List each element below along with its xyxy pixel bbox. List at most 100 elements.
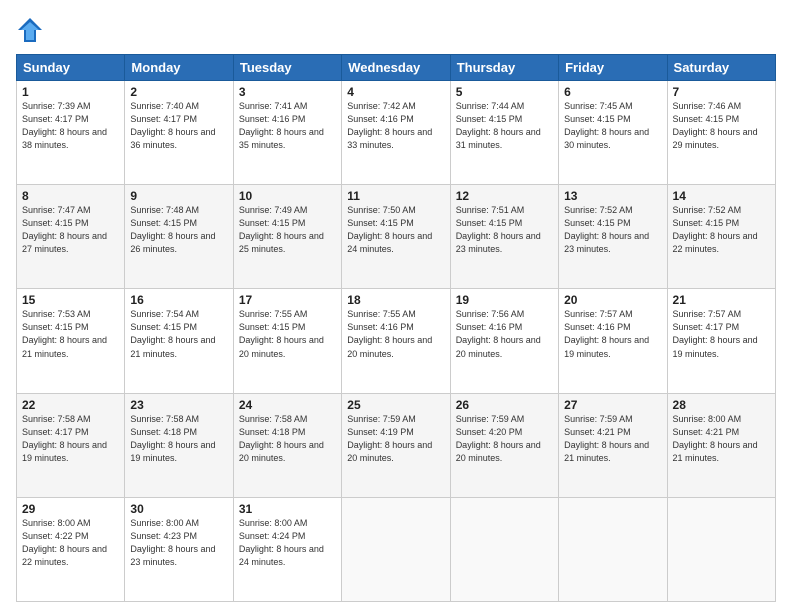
logo: [16, 16, 48, 44]
day-info: Sunrise: 7:54 AMSunset: 4:15 PMDaylight:…: [130, 308, 227, 360]
calendar-cell: 4Sunrise: 7:42 AMSunset: 4:16 PMDaylight…: [342, 81, 450, 185]
day-info: Sunrise: 7:59 AMSunset: 4:19 PMDaylight:…: [347, 413, 444, 465]
day-number: 6: [564, 85, 661, 99]
day-info: Sunrise: 8:00 AMSunset: 4:23 PMDaylight:…: [130, 517, 227, 569]
day-number: 25: [347, 398, 444, 412]
calendar-table: SundayMondayTuesdayWednesdayThursdayFrid…: [16, 54, 776, 602]
calendar-week-4: 22Sunrise: 7:58 AMSunset: 4:17 PMDayligh…: [17, 393, 776, 497]
day-info: Sunrise: 8:00 AMSunset: 4:22 PMDaylight:…: [22, 517, 119, 569]
weekday-header-thursday: Thursday: [450, 55, 558, 81]
calendar-cell: 9Sunrise: 7:48 AMSunset: 4:15 PMDaylight…: [125, 185, 233, 289]
day-info: Sunrise: 7:41 AMSunset: 4:16 PMDaylight:…: [239, 100, 336, 152]
calendar-cell: 10Sunrise: 7:49 AMSunset: 4:15 PMDayligh…: [233, 185, 341, 289]
day-number: 29: [22, 502, 119, 516]
calendar-cell: 19Sunrise: 7:56 AMSunset: 4:16 PMDayligh…: [450, 289, 558, 393]
day-number: 30: [130, 502, 227, 516]
day-number: 24: [239, 398, 336, 412]
day-info: Sunrise: 7:39 AMSunset: 4:17 PMDaylight:…: [22, 100, 119, 152]
day-info: Sunrise: 7:59 AMSunset: 4:20 PMDaylight:…: [456, 413, 553, 465]
calendar-cell: 6Sunrise: 7:45 AMSunset: 4:15 PMDaylight…: [559, 81, 667, 185]
day-info: Sunrise: 7:44 AMSunset: 4:15 PMDaylight:…: [456, 100, 553, 152]
day-number: 12: [456, 189, 553, 203]
day-info: Sunrise: 7:40 AMSunset: 4:17 PMDaylight:…: [130, 100, 227, 152]
calendar-cell: 14Sunrise: 7:52 AMSunset: 4:15 PMDayligh…: [667, 185, 775, 289]
day-number: 23: [130, 398, 227, 412]
weekday-header-sunday: Sunday: [17, 55, 125, 81]
calendar-cell: 24Sunrise: 7:58 AMSunset: 4:18 PMDayligh…: [233, 393, 341, 497]
day-number: 16: [130, 293, 227, 307]
weekday-header-friday: Friday: [559, 55, 667, 81]
page: SundayMondayTuesdayWednesdayThursdayFrid…: [0, 0, 792, 612]
calendar-cell: 27Sunrise: 7:59 AMSunset: 4:21 PMDayligh…: [559, 393, 667, 497]
weekday-header-tuesday: Tuesday: [233, 55, 341, 81]
day-number: 13: [564, 189, 661, 203]
logo-icon: [16, 16, 44, 44]
day-number: 8: [22, 189, 119, 203]
day-number: 4: [347, 85, 444, 99]
day-number: 9: [130, 189, 227, 203]
day-number: 17: [239, 293, 336, 307]
day-number: 27: [564, 398, 661, 412]
calendar-cell: 31Sunrise: 8:00 AMSunset: 4:24 PMDayligh…: [233, 497, 341, 601]
calendar-cell: 21Sunrise: 7:57 AMSunset: 4:17 PMDayligh…: [667, 289, 775, 393]
day-number: 18: [347, 293, 444, 307]
day-number: 3: [239, 85, 336, 99]
day-info: Sunrise: 7:55 AMSunset: 4:16 PMDaylight:…: [347, 308, 444, 360]
day-info: Sunrise: 7:52 AMSunset: 4:15 PMDaylight:…: [673, 204, 770, 256]
day-number: 14: [673, 189, 770, 203]
weekday-header-wednesday: Wednesday: [342, 55, 450, 81]
day-info: Sunrise: 7:48 AMSunset: 4:15 PMDaylight:…: [130, 204, 227, 256]
day-info: Sunrise: 7:50 AMSunset: 4:15 PMDaylight:…: [347, 204, 444, 256]
calendar-week-3: 15Sunrise: 7:53 AMSunset: 4:15 PMDayligh…: [17, 289, 776, 393]
day-info: Sunrise: 7:56 AMSunset: 4:16 PMDaylight:…: [456, 308, 553, 360]
calendar-cell: 12Sunrise: 7:51 AMSunset: 4:15 PMDayligh…: [450, 185, 558, 289]
day-info: Sunrise: 8:00 AMSunset: 4:21 PMDaylight:…: [673, 413, 770, 465]
day-info: Sunrise: 7:47 AMSunset: 4:15 PMDaylight:…: [22, 204, 119, 256]
calendar-cell: 8Sunrise: 7:47 AMSunset: 4:15 PMDaylight…: [17, 185, 125, 289]
calendar-cell: 16Sunrise: 7:54 AMSunset: 4:15 PMDayligh…: [125, 289, 233, 393]
day-info: Sunrise: 7:58 AMSunset: 4:18 PMDaylight:…: [130, 413, 227, 465]
day-info: Sunrise: 7:46 AMSunset: 4:15 PMDaylight:…: [673, 100, 770, 152]
calendar-cell: 23Sunrise: 7:58 AMSunset: 4:18 PMDayligh…: [125, 393, 233, 497]
calendar-cell: 5Sunrise: 7:44 AMSunset: 4:15 PMDaylight…: [450, 81, 558, 185]
day-number: 10: [239, 189, 336, 203]
calendar-week-5: 29Sunrise: 8:00 AMSunset: 4:22 PMDayligh…: [17, 497, 776, 601]
day-number: 31: [239, 502, 336, 516]
calendar-cell: 22Sunrise: 7:58 AMSunset: 4:17 PMDayligh…: [17, 393, 125, 497]
day-number: 28: [673, 398, 770, 412]
calendar-cell: 1Sunrise: 7:39 AMSunset: 4:17 PMDaylight…: [17, 81, 125, 185]
calendar-cell: 11Sunrise: 7:50 AMSunset: 4:15 PMDayligh…: [342, 185, 450, 289]
calendar-cell: [559, 497, 667, 601]
calendar-cell: 18Sunrise: 7:55 AMSunset: 4:16 PMDayligh…: [342, 289, 450, 393]
day-info: Sunrise: 7:42 AMSunset: 4:16 PMDaylight:…: [347, 100, 444, 152]
calendar-cell: 28Sunrise: 8:00 AMSunset: 4:21 PMDayligh…: [667, 393, 775, 497]
calendar-cell: 17Sunrise: 7:55 AMSunset: 4:15 PMDayligh…: [233, 289, 341, 393]
calendar-week-1: 1Sunrise: 7:39 AMSunset: 4:17 PMDaylight…: [17, 81, 776, 185]
calendar-cell: 29Sunrise: 8:00 AMSunset: 4:22 PMDayligh…: [17, 497, 125, 601]
day-number: 7: [673, 85, 770, 99]
calendar-cell: 26Sunrise: 7:59 AMSunset: 4:20 PMDayligh…: [450, 393, 558, 497]
calendar-header-row: SundayMondayTuesdayWednesdayThursdayFrid…: [17, 55, 776, 81]
calendar-cell: [342, 497, 450, 601]
weekday-header-saturday: Saturday: [667, 55, 775, 81]
calendar-cell: 3Sunrise: 7:41 AMSunset: 4:16 PMDaylight…: [233, 81, 341, 185]
day-info: Sunrise: 7:55 AMSunset: 4:15 PMDaylight:…: [239, 308, 336, 360]
day-info: Sunrise: 7:45 AMSunset: 4:15 PMDaylight:…: [564, 100, 661, 152]
day-info: Sunrise: 7:52 AMSunset: 4:15 PMDaylight:…: [564, 204, 661, 256]
calendar-week-2: 8Sunrise: 7:47 AMSunset: 4:15 PMDaylight…: [17, 185, 776, 289]
day-number: 1: [22, 85, 119, 99]
day-info: Sunrise: 7:49 AMSunset: 4:15 PMDaylight:…: [239, 204, 336, 256]
header: [16, 16, 776, 44]
day-number: 20: [564, 293, 661, 307]
weekday-header-monday: Monday: [125, 55, 233, 81]
calendar-cell: 30Sunrise: 8:00 AMSunset: 4:23 PMDayligh…: [125, 497, 233, 601]
day-number: 22: [22, 398, 119, 412]
day-number: 5: [456, 85, 553, 99]
day-info: Sunrise: 7:59 AMSunset: 4:21 PMDaylight:…: [564, 413, 661, 465]
day-info: Sunrise: 7:51 AMSunset: 4:15 PMDaylight:…: [456, 204, 553, 256]
day-info: Sunrise: 7:58 AMSunset: 4:17 PMDaylight:…: [22, 413, 119, 465]
day-number: 26: [456, 398, 553, 412]
calendar-cell: 2Sunrise: 7:40 AMSunset: 4:17 PMDaylight…: [125, 81, 233, 185]
day-number: 21: [673, 293, 770, 307]
calendar-cell: 7Sunrise: 7:46 AMSunset: 4:15 PMDaylight…: [667, 81, 775, 185]
